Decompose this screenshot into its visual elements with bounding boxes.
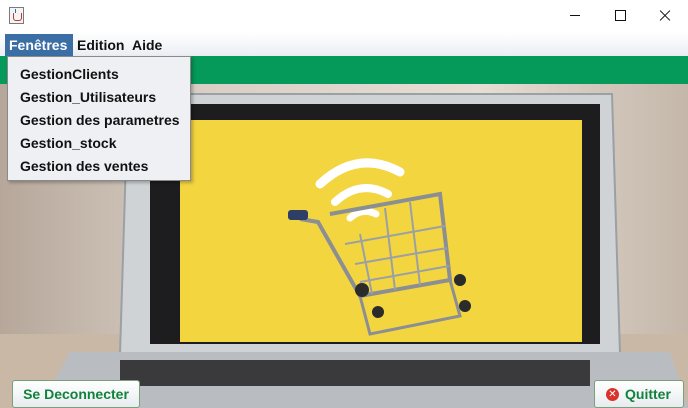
menu-item-gestion-stock[interactable]: Gestion_stock xyxy=(20,132,116,154)
menu-item-gestion-parametres[interactable]: Gestion des parametres xyxy=(20,109,180,131)
close-circle-icon: ✕ xyxy=(606,388,619,401)
java-cup-icon[interactable] xyxy=(9,7,24,24)
quit-label: Quitter xyxy=(625,386,671,402)
menu-edition[interactable]: Edition xyxy=(73,34,128,56)
minimize-icon[interactable] xyxy=(552,0,598,32)
menu-fenetres[interactable]: Fenêtres xyxy=(5,34,73,56)
menu-item-gestion-ventes[interactable]: Gestion des ventes xyxy=(20,155,148,177)
close-icon[interactable] xyxy=(642,0,688,32)
fenetres-dropdown: GestionClients Gestion_Utilisateurs Gest… xyxy=(7,56,191,181)
menu-aide[interactable]: Aide xyxy=(128,34,166,56)
menu-item-gestion-utilisateurs[interactable]: Gestion_Utilisateurs xyxy=(20,86,156,108)
disconnect-button[interactable]: Se Deconnecter xyxy=(12,380,140,408)
quit-button[interactable]: ✕ Quitter xyxy=(594,380,684,408)
title-bar xyxy=(0,0,688,32)
menu-bar: Fenêtres Edition Aide xyxy=(0,32,688,56)
maximize-icon[interactable] xyxy=(597,0,643,32)
menu-item-gestion-clients[interactable]: GestionClients xyxy=(20,63,119,85)
